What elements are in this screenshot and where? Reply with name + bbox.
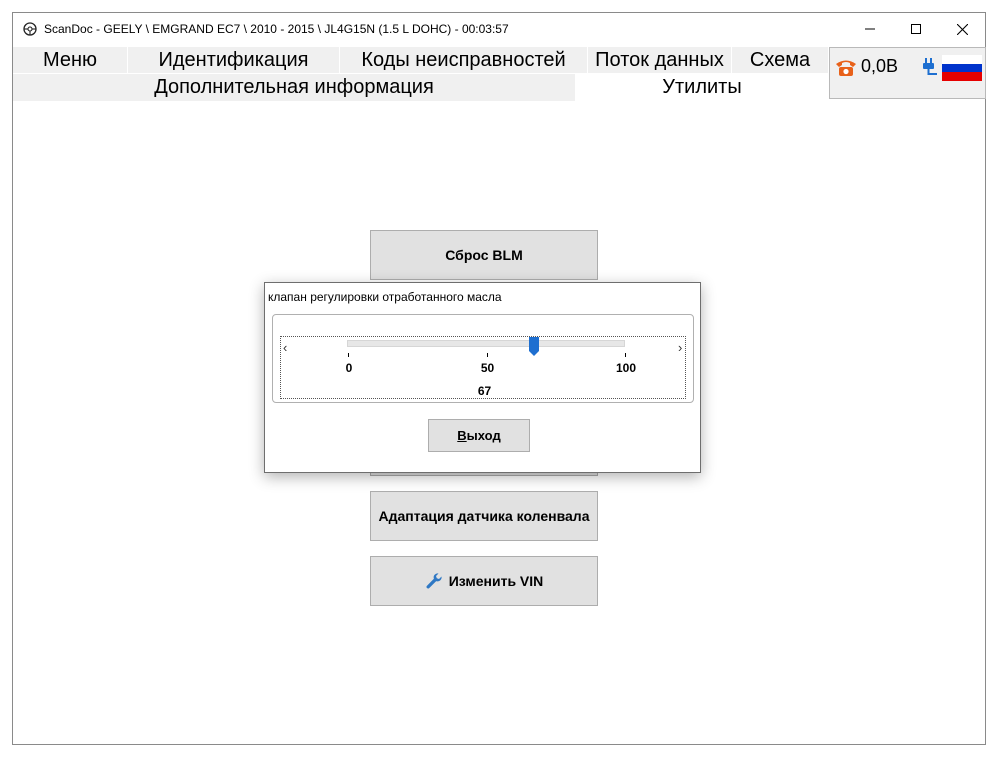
tick-label-max: 100 [615, 361, 637, 375]
tab-identification[interactable]: Идентификация [128, 47, 340, 74]
slider-thumb[interactable] [528, 337, 540, 357]
reset-blm-label: Сброс BLM [445, 247, 523, 263]
tab-menu[interactable]: Меню [13, 47, 128, 74]
change-vin-label: Изменить VIN [448, 573, 544, 589]
status-panel: 0,0В [829, 47, 986, 99]
exit-label-accelerator: В [457, 428, 467, 443]
voltage-value: 0,0В [861, 56, 899, 76]
slider-tick [348, 353, 349, 357]
change-vin-button[interactable]: Изменить VIN [370, 556, 598, 606]
slider-track[interactable] [347, 340, 625, 347]
exit-label: ыход [466, 428, 501, 443]
tab-additional-info[interactable]: Дополнительная информация [13, 74, 576, 102]
tab-utilities[interactable]: Утилиты [576, 74, 829, 102]
exit-button[interactable]: Выход [428, 419, 530, 452]
valve-control-dialog: клапан регулировки отработанного масла ‹… [264, 282, 701, 473]
tick-label-mid: 50 [480, 361, 495, 375]
close-icon [956, 23, 968, 35]
maximize-icon [911, 24, 921, 34]
slider-right-arrow-icon[interactable]: › [678, 340, 682, 355]
steering-wheel-icon [23, 22, 37, 36]
main-tabs: Меню Идентификация Коды неисправностей П… [13, 47, 829, 74]
slider-group: ‹ › 0 50 100 67 [272, 314, 694, 403]
tick-label-min: 0 [345, 361, 353, 375]
crankshaft-sensor-adaptation-button[interactable]: Адаптация датчика коленвала [370, 491, 598, 541]
app-window: ScanDoc - GEELY \ EMGRAND EC7 \ 2010 - 2… [12, 12, 986, 745]
slider-control[interactable]: ‹ › 0 50 100 67 [280, 336, 686, 399]
slider-left-arrow-icon[interactable]: ‹ [283, 340, 287, 355]
slider-value: 67 [477, 384, 492, 398]
title-bar: ScanDoc - GEELY \ EMGRAND EC7 \ 2010 - 2… [13, 13, 985, 45]
phone-icon [836, 60, 856, 76]
tab-data-stream[interactable]: Поток данных [588, 47, 732, 74]
slider-tick [625, 353, 626, 357]
russian-flag-icon[interactable] [942, 55, 982, 81]
crankshaft-adaptation-label: Адаптация датчика коленвала [378, 508, 590, 524]
tab-schema[interactable]: Схема [732, 47, 829, 74]
minimize-icon [865, 28, 875, 30]
tab-error-codes[interactable]: Коды неисправностей [340, 47, 588, 74]
dialog-title: клапан регулировки отработанного масла [268, 290, 502, 304]
plug-icon [923, 58, 937, 75]
window-title: ScanDoc - GEELY \ EMGRAND EC7 \ 2010 - 2… [44, 22, 509, 36]
sub-tabs: Дополнительная информация Утилиты [13, 74, 829, 102]
wrench-icon [426, 573, 442, 589]
maximize-button[interactable] [893, 13, 939, 45]
close-button[interactable] [939, 13, 985, 45]
minimize-button[interactable] [847, 13, 893, 45]
reset-blm-button[interactable]: Сброс BLM [370, 230, 598, 280]
slider-tick [486, 353, 488, 357]
